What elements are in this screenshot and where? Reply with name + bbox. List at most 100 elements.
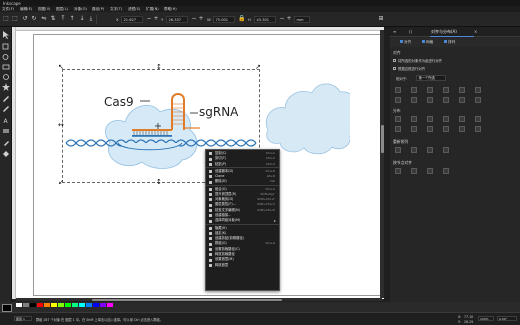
distribute-gaps-h-icon[interactable] bbox=[443, 116, 449, 122]
context-menu-item[interactable]: 粘贴(P) Ctrl+V bbox=[206, 162, 279, 167]
distribute-random-icon[interactable] bbox=[443, 126, 449, 132]
align-center-horizontal-icon[interactable] bbox=[459, 87, 465, 93]
align-center-vertical-icon[interactable] bbox=[411, 87, 417, 93]
menu-edit[interactable]: 编辑(E) bbox=[20, 7, 32, 12]
menu-object[interactable]: 对象(O) bbox=[74, 7, 87, 12]
palette-swatch[interactable] bbox=[37, 303, 43, 307]
raise-icon[interactable]: ↑ bbox=[69, 16, 75, 22]
align-right-edge-icon[interactable] bbox=[427, 87, 433, 93]
lock-ratio-icon[interactable]: 🔒 bbox=[238, 16, 245, 22]
y-minus-icon[interactable]: − bbox=[191, 16, 197, 22]
menu-extensions[interactable]: 扩展(N) bbox=[146, 7, 159, 12]
w-field[interactable]: 75.001 bbox=[213, 15, 235, 23]
y-plus-icon[interactable]: + bbox=[198, 16, 204, 22]
distribute-bottom-icon[interactable] bbox=[427, 126, 433, 132]
subtab-arrange[interactable]: 排列 bbox=[444, 40, 455, 45]
palette-swatch[interactable] bbox=[44, 303, 50, 307]
palette-swatch[interactable] bbox=[72, 303, 78, 307]
fill-stroke-indicator[interactable] bbox=[2, 304, 12, 312]
option-treat-as-group[interactable]: 将所选的对象作为组进行对齐 bbox=[393, 58, 442, 63]
align-middle-anchor-icon[interactable] bbox=[459, 97, 465, 103]
rotate-cw-icon[interactable]: ↻ bbox=[31, 16, 37, 22]
tab-align-distribute[interactable]: 对齐与分布(A) bbox=[431, 29, 457, 35]
palette-swatch[interactable] bbox=[79, 303, 85, 307]
tab-close-icon[interactable]: × bbox=[474, 29, 477, 34]
distribute-middle-icon[interactable] bbox=[411, 126, 417, 132]
palette-swatch[interactable] bbox=[51, 303, 57, 307]
align-center-anchor-icon[interactable] bbox=[411, 97, 417, 103]
scale-handle-top[interactable]: ↕ bbox=[156, 64, 162, 71]
exchange-clockwise-icon[interactable] bbox=[427, 147, 433, 153]
flip-horizontal-icon[interactable]: ⇋ bbox=[41, 16, 47, 22]
palette-swatch[interactable] bbox=[100, 303, 106, 307]
scale-handle-bottom-left[interactable]: ↙ bbox=[58, 179, 64, 186]
palette-swatch[interactable] bbox=[16, 303, 22, 307]
align-right-anchor-icon[interactable] bbox=[427, 97, 433, 103]
flip-vertical-icon[interactable]: ⇅ bbox=[50, 16, 56, 22]
palette-swatch[interactable] bbox=[107, 303, 113, 307]
distribute-top-icon[interactable] bbox=[459, 116, 465, 122]
node-distribute-h-icon[interactable] bbox=[427, 168, 433, 174]
palette-swatch[interactable] bbox=[86, 303, 92, 307]
context-menu-item[interactable]: 释放遮罩 bbox=[206, 263, 279, 268]
align-top-anchor-icon[interactable] bbox=[443, 97, 449, 103]
scale-handle-bottom[interactable]: ↕ bbox=[156, 179, 162, 186]
panel-icon-xml[interactable]: ⟨⟩ bbox=[409, 29, 412, 34]
distribute-left-icon[interactable] bbox=[395, 116, 401, 122]
scale-handle-top-right[interactable]: ↗ bbox=[255, 64, 261, 71]
raise-to-top-icon[interactable]: ⤒ bbox=[60, 16, 66, 22]
context-menu-item[interactable]: 选择同组对象(M) ▸ bbox=[206, 218, 279, 223]
rotate-ccw-icon[interactable]: ↺ bbox=[22, 16, 28, 22]
checkbox[interactable] bbox=[393, 67, 396, 71]
x-field[interactable]: 21.627 bbox=[121, 15, 143, 23]
scale-handle-left[interactable]: ↔ bbox=[58, 122, 64, 129]
layer-select[interactable]: 图层 1 bbox=[14, 316, 32, 321]
palette-swatch[interactable] bbox=[93, 303, 99, 307]
remove-overlap-icon[interactable] bbox=[443, 147, 449, 153]
context-menu-item[interactable]: 删除(D) Del bbox=[206, 179, 279, 184]
vertical-scrollbar[interactable] bbox=[380, 30, 384, 298]
horizontal-scrollbar-thumb[interactable] bbox=[92, 298, 282, 301]
palette-swatch[interactable] bbox=[65, 303, 71, 307]
zoom-field[interactable]: 100% bbox=[478, 316, 494, 321]
palette-swatch[interactable] bbox=[58, 303, 64, 307]
menu-file[interactable]: 文件(F) bbox=[2, 7, 14, 12]
lower-to-bottom-icon[interactable]: ⤓ bbox=[88, 16, 94, 22]
distribute-text-icon[interactable] bbox=[475, 126, 481, 132]
align-left-anchor-icon[interactable] bbox=[395, 97, 401, 103]
node-align-h-icon[interactable] bbox=[395, 168, 401, 174]
align-bottom-edge-icon[interactable] bbox=[475, 87, 481, 93]
node-align-v-icon[interactable] bbox=[411, 168, 417, 174]
exchange-positions-z-icon[interactable] bbox=[411, 147, 417, 153]
align-bottom-anchor-icon[interactable] bbox=[475, 97, 481, 103]
palette-swatch[interactable] bbox=[30, 303, 36, 307]
palette-swatch[interactable] bbox=[23, 303, 29, 307]
unit-select[interactable]: mm bbox=[294, 15, 310, 23]
align-left-edge-icon[interactable] bbox=[395, 87, 401, 93]
h-field[interactable]: 43.301 bbox=[254, 15, 276, 23]
subtab-align[interactable]: 对齐 bbox=[400, 40, 411, 45]
option-align-bbox[interactable]: 根据边框进行对齐 bbox=[393, 66, 425, 71]
h-minus-icon[interactable]: − bbox=[279, 16, 285, 22]
subtab-grid[interactable]: 网格 bbox=[422, 40, 433, 45]
vertical-scrollbar-thumb[interactable] bbox=[380, 125, 384, 153]
panel-icon-layers[interactable]: ≡ bbox=[393, 29, 396, 34]
menu-filters[interactable]: 滤镜(S) bbox=[128, 7, 140, 12]
x-plus-icon[interactable]: + bbox=[153, 16, 159, 22]
menu-view[interactable]: 视图(V) bbox=[38, 7, 50, 12]
exchange-positions-icon[interactable] bbox=[395, 147, 401, 153]
relative-to-select[interactable]: 第一个所选 bbox=[416, 75, 446, 81]
select-all-icon[interactable]: ⬚ bbox=[3, 16, 9, 22]
distribute-gaps-v-icon[interactable] bbox=[475, 116, 481, 122]
h-plus-icon[interactable]: + bbox=[286, 16, 292, 22]
align-top-edge-icon[interactable] bbox=[443, 87, 449, 93]
distribute-right-icon[interactable] bbox=[427, 116, 433, 122]
rotation-field[interactable]: 0.00° bbox=[497, 316, 517, 321]
y-field[interactable]: 26.337 bbox=[166, 15, 188, 23]
distribute-center-icon[interactable] bbox=[411, 116, 417, 122]
select-all-layers-icon[interactable]: ⬚ bbox=[12, 16, 18, 22]
menu-path[interactable]: 路径(P) bbox=[92, 7, 104, 12]
x-minus-icon[interactable]: − bbox=[146, 16, 152, 22]
menu-text[interactable]: 文字(T) bbox=[110, 7, 122, 12]
snap-toggle-icon[interactable]: ⊞ bbox=[378, 16, 384, 22]
